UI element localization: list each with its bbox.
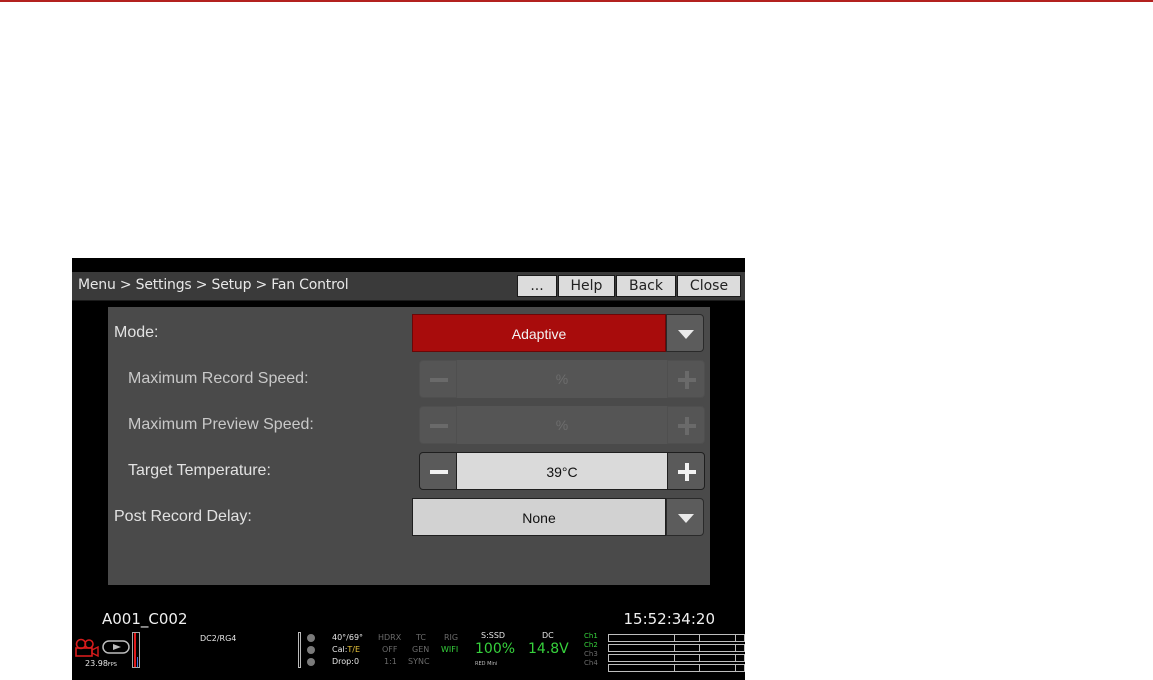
audio-level-bar [132,632,140,668]
fps-value: 23.98 [85,659,108,668]
channel-1: Ch1 [584,632,598,640]
tc-sync: SYNC [408,657,430,666]
max-preview-speed-stepper[interactable]: % [419,406,705,444]
camera-menu-screen: Menu > Settings > Setup > Fan Control ..… [72,258,745,680]
minus-icon[interactable] [419,406,457,444]
status-bar: 23.98FPS DC2/RG4 40°/69° Cal:T/E Drop:0 … [72,632,745,680]
clip-name: A001_C002 [102,610,188,628]
audio-meter-3 [608,654,745,662]
rig-value: WIFI [441,645,459,654]
plus-icon[interactable] [667,452,705,490]
minus-icon[interactable] [419,360,457,398]
camera-record-icon[interactable] [74,638,100,658]
audio-meter-4 [608,664,745,672]
drop-readout: Drop:0 [332,657,360,666]
tc-value: GEN [412,645,430,654]
top-rule [0,0,1153,2]
target-temperature-stepper[interactable]: 39°C [419,452,705,490]
cal-label: Cal: [332,645,348,654]
help-button[interactable]: Help [558,275,615,297]
max-record-speed-label: Maximum Record Speed: [128,370,309,387]
media-value: 100% [475,641,516,657]
fan-control-panel: Mode: Adaptive Maximum Record Speed: % M… [108,307,710,585]
minus-icon[interactable] [419,452,457,490]
audio-meter-1 [608,634,745,642]
power-value: 14.8V [528,641,569,657]
tc-label: TC [416,633,427,642]
channel-4: Ch4 [584,659,598,667]
fps-readout: 23.98FPS [85,660,117,669]
title-bar: Menu > Settings > Setup > Fan Control ..… [72,272,745,301]
channel-2: Ch2 [584,641,598,649]
close-button[interactable]: Close [677,275,741,297]
back-button[interactable]: Back [616,275,676,297]
hdrx-label: HDRX [378,633,402,642]
channel-3: Ch3 [584,650,598,658]
plus-icon[interactable] [667,360,705,398]
dropdown-arrow-icon[interactable] [666,314,704,352]
audio-meter-2 [608,644,745,652]
cal-readout: Cal:T/E [332,646,360,654]
max-record-speed-value: % [457,360,667,398]
hdrx-ratio: 1:1 [384,657,397,666]
look-label: DC2/RG4 [200,634,237,643]
hdrx-value: OFF [382,645,398,654]
post-record-delay-label: Post Record Delay: [114,508,252,525]
media-tags: RED Mini [475,661,498,667]
breadcrumb: Menu > Settings > Setup > Fan Control [78,277,349,293]
media-label: S:SSD [481,631,506,640]
power-label: DC [542,631,554,640]
max-preview-speed-value: % [457,406,667,444]
play-icon[interactable] [102,640,130,654]
more-button[interactable]: ... [517,275,557,297]
fps-unit: FPS [107,662,117,668]
timecode: 15:52:34:20 [623,610,715,628]
target-temperature-value[interactable]: 39°C [457,452,667,490]
target-temperature-label: Target Temperature: [128,462,271,479]
max-preview-speed-label: Maximum Preview Speed: [128,416,314,433]
plus-icon[interactable] [667,406,705,444]
temp-readout: 40°/69° [332,633,364,642]
cal-value: T/E [347,645,361,654]
post-record-delay-dropdown[interactable]: None [412,498,666,536]
dropdown-arrow-icon[interactable] [666,498,704,536]
rig-label: RIG [444,633,459,642]
mode-label: Mode: [114,324,159,341]
max-record-speed-stepper[interactable]: % [419,360,705,398]
mode-dropdown[interactable]: Adaptive [412,314,666,352]
